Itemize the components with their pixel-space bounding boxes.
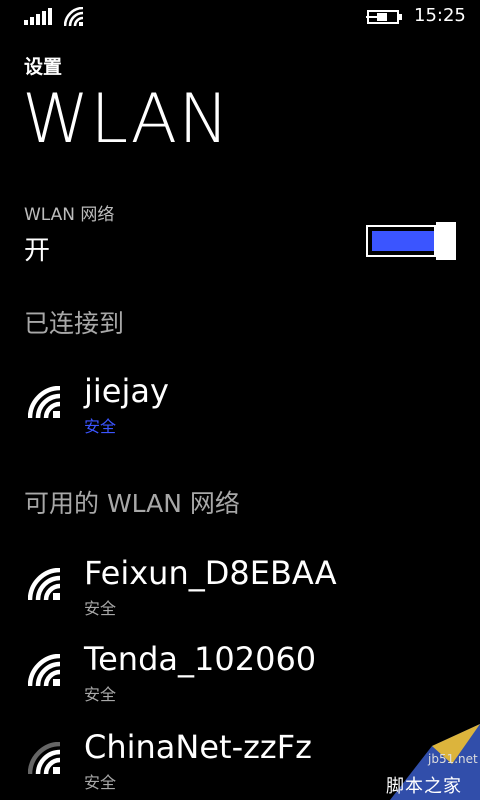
network-security: 安全 bbox=[84, 599, 117, 618]
network-item-jiejay[interactable]: jiejay 安全 bbox=[0, 372, 480, 448]
wlan-settings-page: 15:25 设置 WLAN WLAN 网络 开 已连接到 jiejay 安全 可… bbox=[0, 0, 480, 800]
toggle-fill bbox=[372, 231, 434, 251]
status-bar: 15:25 bbox=[0, 0, 480, 34]
network-security: 安全 bbox=[84, 773, 117, 792]
wifi-signal-weak-icon bbox=[28, 742, 61, 775]
wifi-signal-icon bbox=[28, 386, 61, 419]
network-name: Feixun_D8EBAA bbox=[84, 554, 337, 592]
network-name: Tenda_102060 bbox=[84, 640, 317, 678]
network-item-feixun[interactable]: Feixun_D8EBAA 安全 bbox=[0, 554, 480, 630]
toggle-thumb[interactable] bbox=[436, 222, 456, 260]
network-item-tenda[interactable]: Tenda_102060 安全 bbox=[0, 640, 480, 716]
status-time: 15:25 bbox=[414, 5, 466, 26]
connected-section-heading: 已连接到 bbox=[24, 309, 125, 338]
wlan-toggle-state: 开 bbox=[24, 236, 51, 266]
watermark-url: jb51.net bbox=[428, 752, 478, 766]
battery-charging-icon bbox=[366, 10, 402, 24]
available-section-heading: 可用的 WLAN 网络 bbox=[24, 489, 240, 518]
network-name: jiejay bbox=[84, 372, 169, 410]
watermark-text: 脚本之家 bbox=[386, 776, 462, 797]
wlan-toggle-label: WLAN 网络 bbox=[24, 205, 115, 225]
signal-strength-icon bbox=[24, 7, 54, 25]
network-security: 安全 bbox=[84, 685, 117, 704]
app-title: 设置 bbox=[24, 56, 63, 78]
page-title: WLAN bbox=[22, 80, 231, 159]
wifi-signal-icon bbox=[28, 654, 61, 687]
wifi-signal-icon bbox=[28, 568, 61, 601]
wlan-toggle-switch[interactable] bbox=[366, 222, 456, 260]
network-security: 安全 bbox=[84, 417, 117, 436]
network-name: ChinaNet-zzFz bbox=[84, 728, 312, 766]
wifi-status-icon bbox=[64, 7, 84, 27]
